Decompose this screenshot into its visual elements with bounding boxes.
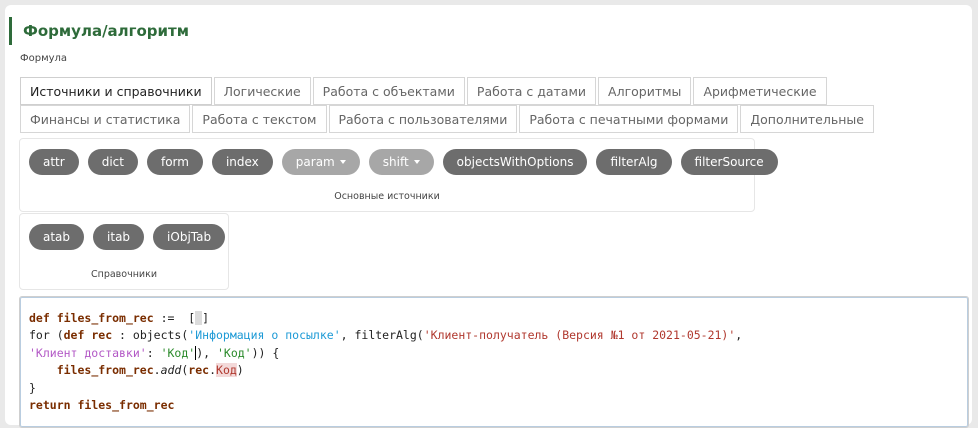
tab-dates[interactable]: Работа с датами <box>466 77 597 105</box>
tab-users[interactable]: Работа с пользователями <box>328 105 518 133</box>
text-cursor: ), <box>195 345 217 360</box>
objects-with-options-button[interactable]: objectsWithOptions <box>442 149 588 175</box>
iobjtab-button[interactable]: iObjTab <box>153 224 226 250</box>
itab-button[interactable]: itab <box>93 224 145 250</box>
formula-code-editor[interactable]: def files_from_rec := [ ] for (def rec :… <box>19 296 969 428</box>
code-line-5: } <box>29 380 36 395</box>
formula-panel: Формула/алгоритм Формула Источники и спр… <box>5 5 972 428</box>
reference-books-buttons: atab itab iObjTab <box>29 224 234 250</box>
tab-algorithms[interactable]: Алгоритмы <box>598 77 692 105</box>
panel-title: Формула/алгоритм <box>23 22 189 40</box>
caret-down-icon <box>339 159 346 164</box>
caret-down-icon <box>413 159 420 164</box>
tab-text[interactable]: Работа с текстом <box>192 105 327 133</box>
filter-source-button[interactable]: filterSource <box>680 149 778 175</box>
tab-sources-and-references[interactable]: Источники и справочники <box>20 77 212 105</box>
code-line-6: return files_from_rec <box>29 398 175 413</box>
function-tabs-row-1: Источники и справочники Логические Работ… <box>20 77 829 105</box>
code-line-3: 'Клиент доставки': 'Код'), 'Код')) { <box>29 345 280 360</box>
formula-field-label: Формула <box>20 53 68 64</box>
code-line-1: def files_from_rec := [ ] <box>29 311 210 325</box>
reference-books-group: atab itab iObjTab Справочники <box>19 213 229 290</box>
atab-button[interactable]: atab <box>29 224 85 250</box>
tab-objects[interactable]: Работа с объектами <box>312 77 465 105</box>
reference-books-label: Справочники <box>90 269 158 280</box>
param-label: param <box>295 155 335 169</box>
dict-button[interactable]: dict <box>87 149 138 175</box>
filter-alg-button[interactable]: filterAlg <box>596 149 672 175</box>
main-sources-group: attr dict form index param shift objects… <box>19 138 778 212</box>
panel-header: Формула/алгоритм <box>9 17 189 45</box>
attr-button[interactable]: attr <box>29 149 79 175</box>
tab-additional[interactable]: Дополнительные <box>740 105 874 133</box>
index-button[interactable]: index <box>211 149 273 175</box>
tab-logical[interactable]: Логические <box>213 77 311 105</box>
tab-arithmetic[interactable]: Арифметические <box>693 77 827 105</box>
tab-print-forms[interactable]: Работа с печатными формами <box>519 105 739 133</box>
form-button[interactable]: form <box>146 149 203 175</box>
main-sources-buttons: attr dict form index param shift objects… <box>29 149 787 175</box>
shift-dropdown-button[interactable]: shift <box>368 149 434 175</box>
code-line-2: for (def rec : objects('Информация о пос… <box>29 328 743 343</box>
code-content: def files_from_rec := [ ] for (def rec :… <box>29 310 742 414</box>
shift-label: shift <box>382 155 409 169</box>
function-tabs-row-2: Финансы и статистика Работа с текстом Ра… <box>20 105 876 133</box>
main-sources-label: Основные источники <box>334 191 440 202</box>
tab-finance-statistics[interactable]: Финансы и статистика <box>20 105 191 133</box>
code-line-4: files_from_rec.add(rec.Код) <box>56 363 244 378</box>
param-dropdown-button[interactable]: param <box>281 149 360 175</box>
